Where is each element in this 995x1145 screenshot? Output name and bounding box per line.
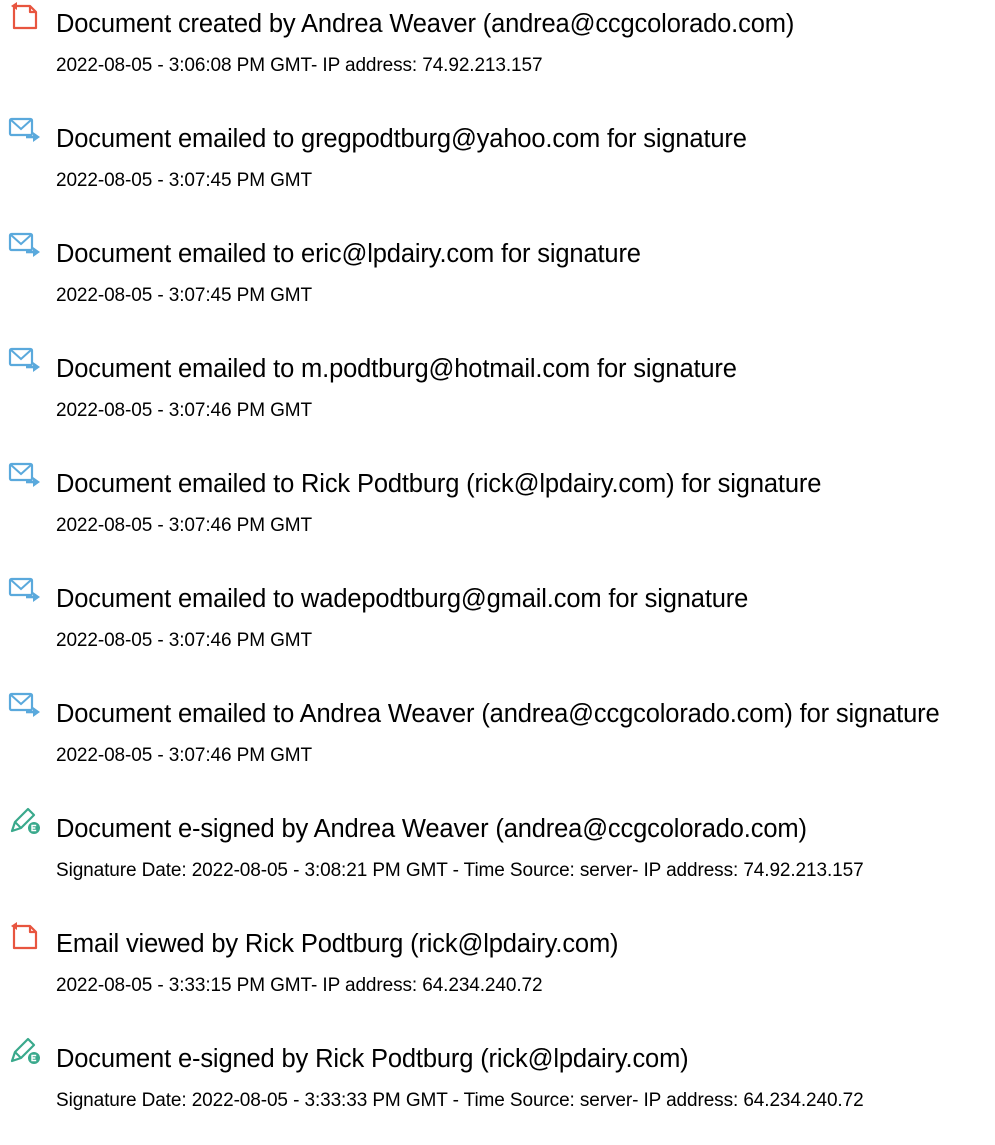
event-detail: 2022-08-05 - 3:07:46 PM GMT — [56, 515, 313, 536]
document-icon — [8, 0, 42, 30]
email-icon — [8, 690, 42, 720]
event-title: Email viewed by Rick Podtburg (rick@lpda… — [56, 930, 619, 958]
email-icon — [8, 345, 42, 375]
audit-event: Email viewed by Rick Podtburg (rick@lpda… — [0, 920, 995, 1030]
event-title: Document emailed to Rick Podtburg (rick@… — [56, 470, 822, 498]
audit-event: Document emailed to wadepodtburg@gmail.c… — [0, 575, 995, 685]
event-title: Document emailed to gregpodtburg@yahoo.c… — [56, 125, 747, 153]
esign-icon — [8, 1035, 42, 1065]
event-title: Document e-signed by Andrea Weaver (andr… — [56, 815, 807, 843]
event-title: Document emailed to eric@lpdairy.com for… — [56, 240, 641, 268]
event-detail: Signature Date: 2022-08-05 - 3:08:21 PM … — [56, 860, 864, 881]
audit-event: Document emailed to Andrea Weaver (andre… — [0, 690, 995, 800]
event-detail: 2022-08-05 - 3:07:45 PM GMT — [56, 170, 313, 191]
event-title: Document emailed to wadepodtburg@gmail.c… — [56, 585, 749, 613]
event-title: Document created by Andrea Weaver (andre… — [56, 10, 795, 38]
audit-event: Document created by Andrea Weaver (andre… — [0, 0, 995, 110]
event-detail: 2022-08-05 - 3:07:46 PM GMT — [56, 745, 313, 766]
event-detail: 2022-08-05 - 3:07:46 PM GMT — [56, 630, 313, 651]
audit-event-list: Document created by Andrea Weaver (andre… — [0, 0, 995, 1111]
event-title: Document emailed to m.podtburg@hotmail.c… — [56, 355, 737, 383]
esign-icon — [8, 805, 42, 835]
audit-event: Document emailed to gregpodtburg@yahoo.c… — [0, 115, 995, 225]
email-icon — [8, 575, 42, 605]
event-detail: 2022-08-05 - 3:07:46 PM GMT — [56, 400, 313, 421]
audit-event: Document e-signed by Rick Podtburg (rick… — [0, 1035, 995, 1145]
event-detail: 2022-08-05 - 3:06:08 PM GMT- IP address:… — [56, 55, 543, 76]
audit-event: Document emailed to m.podtburg@hotmail.c… — [0, 345, 995, 455]
audit-event: Document e-signed by Andrea Weaver (andr… — [0, 805, 995, 915]
event-detail: Signature Date: 2022-08-05 - 3:33:33 PM … — [56, 1090, 864, 1111]
email-icon — [8, 460, 42, 490]
event-title: Document e-signed by Rick Podtburg (rick… — [56, 1045, 689, 1073]
document-icon — [8, 920, 42, 950]
event-detail: 2022-08-05 - 3:33:15 PM GMT- IP address:… — [56, 975, 543, 996]
event-title: Document emailed to Andrea Weaver (andre… — [56, 700, 940, 728]
email-icon — [8, 115, 42, 145]
audit-event: Document emailed to Rick Podtburg (rick@… — [0, 460, 995, 570]
email-icon — [8, 230, 42, 260]
event-detail: 2022-08-05 - 3:07:45 PM GMT — [56, 285, 313, 306]
audit-event: Document emailed to eric@lpdairy.com for… — [0, 230, 995, 340]
